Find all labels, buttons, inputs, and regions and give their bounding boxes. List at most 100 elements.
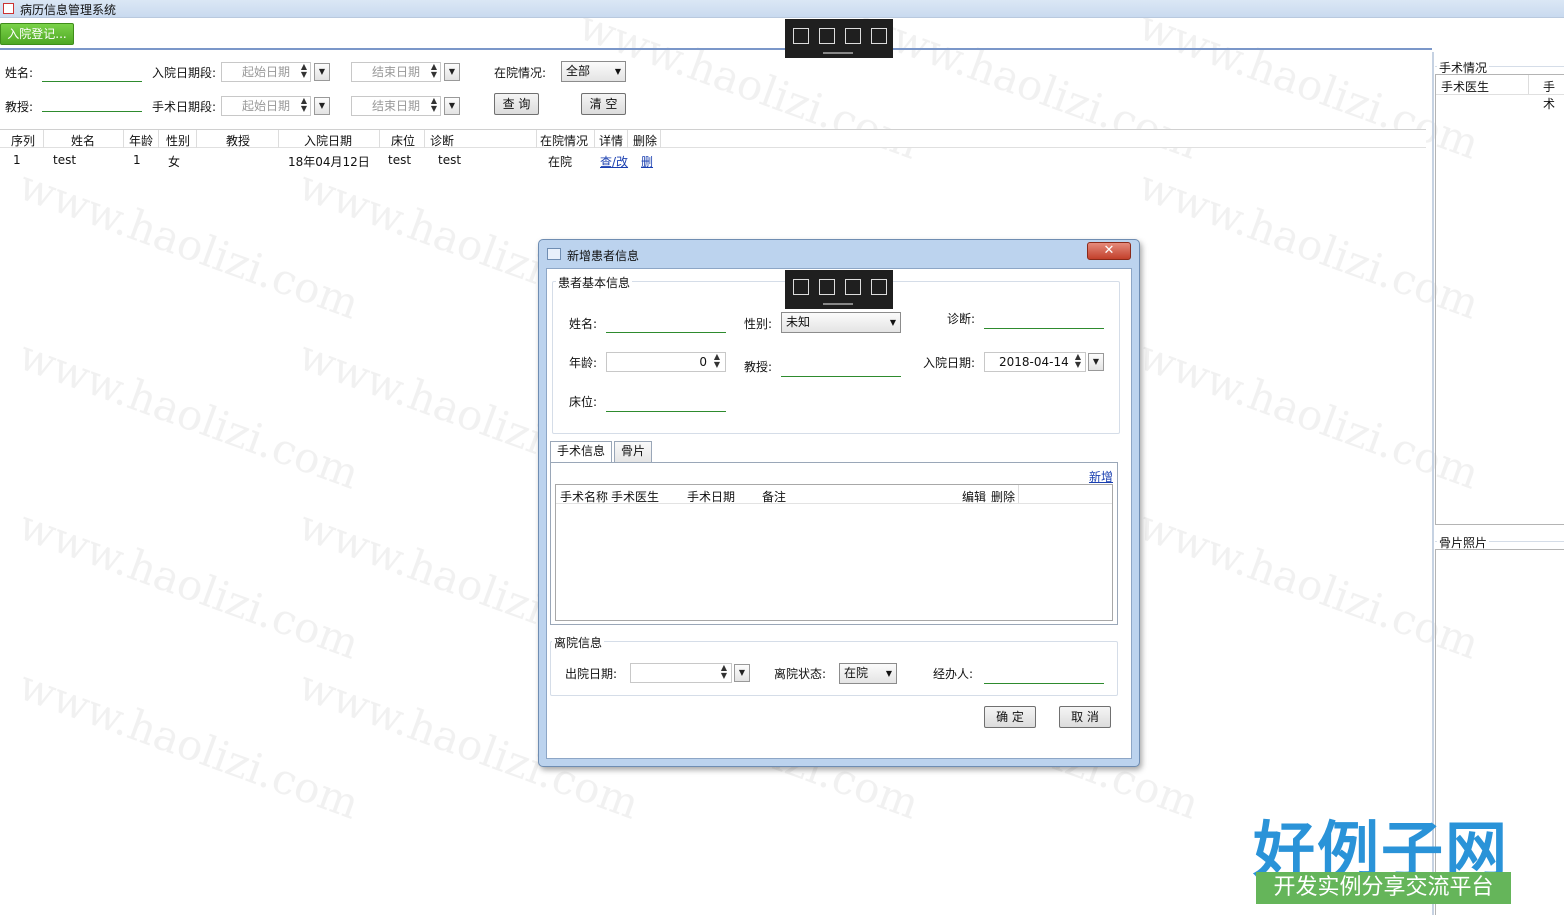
column-divider — [660, 130, 661, 148]
discharge-group-title: 离院信息 — [552, 634, 605, 651]
chevron-down-icon[interactable]: ▼ — [444, 63, 460, 81]
discharge-status-label: 离院状态: — [774, 667, 827, 681]
col-diagnosis[interactable]: 诊断 — [430, 132, 454, 149]
dlg-professor-input[interactable] — [781, 376, 901, 377]
close-icon[interactable]: ✕ — [1087, 242, 1131, 260]
col-surgery-date[interactable]: 手术日期 — [687, 488, 735, 505]
pointer-icon[interactable] — [819, 279, 835, 295]
chevron-down-icon[interactable]: ▼ — [1088, 353, 1104, 371]
col-admit-date[interactable]: 入院日期 — [304, 132, 352, 149]
col-surgery-name[interactable]: 手术名称 — [560, 488, 608, 505]
dlg-name-input[interactable] — [606, 332, 726, 333]
col-seq[interactable]: 序列 — [11, 132, 35, 149]
surgery-tab-panel: 新增 手术名称 手术医生 手术日期 备注 编辑 删除 — [550, 462, 1118, 625]
dlg-age-stepper[interactable]: 0 ▲ ▼ — [606, 352, 726, 372]
column-divider — [278, 130, 279, 148]
chevron-down-icon[interactable]: ▼ — [734, 664, 750, 682]
admit-start-date[interactable]: 起始日期 — [221, 62, 311, 82]
watermark: www.haolizi.com — [12, 160, 366, 329]
chevron-down-icon[interactable]: ▼ — [314, 97, 330, 115]
toolbar-separator — [0, 48, 1432, 50]
col-detail[interactable]: 详情 — [599, 132, 623, 149]
age-value: 0 — [699, 355, 707, 369]
col-name[interactable]: 姓名 — [71, 132, 95, 149]
spin-updown-icon[interactable]: ▲ ▼ — [299, 97, 309, 115]
col-delete[interactable]: 删除 — [991, 488, 1015, 505]
spin-updown-icon[interactable]: ▲ ▼ — [712, 353, 722, 371]
surgery-list[interactable]: 手术医生 手术 — [1435, 74, 1564, 525]
ok-button[interactable]: 确 定 — [984, 706, 1036, 728]
delete-link[interactable]: 删 — [641, 153, 653, 170]
admit-date-value: 2018-04-14 — [999, 355, 1069, 369]
handler-input[interactable] — [984, 683, 1104, 684]
tab-xray[interactable]: 骨片 — [614, 441, 653, 462]
tab-surgery-info[interactable]: 手术信息 — [550, 441, 613, 463]
surgery-end-date[interactable]: 结束日期 — [351, 96, 441, 116]
chevron-down-icon[interactable]: ▼ — [444, 97, 460, 115]
col-surgeon[interactable]: 手术医生 — [1441, 78, 1489, 95]
status-select[interactable]: 全部 ▼ — [561, 61, 626, 82]
select-region-icon[interactable] — [793, 279, 809, 295]
col-age[interactable]: 年龄 — [129, 132, 153, 149]
column-divider — [536, 130, 537, 148]
select-region-icon[interactable] — [793, 28, 809, 44]
basic-info-title: 患者基本信息 — [556, 274, 633, 291]
patient-grid-header: 序列 姓名 年龄 性别 教授 入院日期 床位 诊断 在院情况 详情 删除 — [0, 129, 1426, 148]
professor-label: 教授: — [5, 100, 34, 114]
dlg-bed-input[interactable] — [606, 411, 726, 412]
discharge-date-picker[interactable]: ▲ ▼ — [630, 663, 732, 683]
chevron-down-icon: ▼ — [889, 318, 896, 327]
spin-updown-icon[interactable]: ▲ ▼ — [719, 664, 729, 682]
fullscreen-icon[interactable] — [845, 28, 861, 44]
surgery-start-date[interactable]: 起始日期 — [221, 96, 311, 116]
dlg-admit-date-picker[interactable]: 2018-04-14 ▲ ▼ — [984, 352, 1086, 372]
add-surgery-link[interactable]: 新增 — [1089, 468, 1113, 485]
professor-input[interactable] — [42, 111, 142, 112]
col-surgeon[interactable]: 手术医生 — [611, 488, 659, 505]
col-surgery[interactable]: 手术 — [1543, 78, 1564, 112]
right-panel-divider — [1432, 52, 1434, 915]
spin-updown-icon[interactable]: ▲ ▼ — [429, 97, 439, 115]
tab-strip: 手术信息 骨片 — [550, 441, 1120, 463]
col-bed[interactable]: 床位 — [391, 132, 415, 149]
spin-updown-icon[interactable]: ▲ ▼ — [1073, 353, 1083, 371]
col-edit[interactable]: 编辑 — [962, 488, 986, 505]
dlg-diagnosis-label: 诊断: — [947, 312, 976, 326]
pointer-icon[interactable] — [819, 28, 835, 44]
col-status[interactable]: 在院情况 — [540, 132, 588, 149]
query-button[interactable]: 查 询 — [494, 93, 539, 115]
clear-button[interactable]: 清 空 — [581, 93, 626, 115]
detail-edit-link[interactable]: 查/改 — [600, 153, 628, 170]
admit-register-button[interactable]: 入院登记... — [0, 23, 74, 45]
dlg-age-label: 年龄: — [569, 356, 598, 370]
col-professor[interactable]: 教授 — [226, 132, 250, 149]
window-capture-icon[interactable] — [871, 279, 887, 295]
watermark: www.haolizi.com — [12, 660, 366, 829]
dlg-gender-select[interactable]: 未知 ▼ — [781, 312, 901, 333]
cell-status: 在院 — [548, 155, 573, 169]
surgery-table[interactable]: 手术名称 手术医生 手术日期 备注 编辑 删除 — [555, 484, 1113, 621]
spin-updown-icon[interactable]: ▲ ▼ — [299, 63, 309, 81]
cell-diagnosis: test — [438, 153, 462, 167]
admit-period-label: 入院日期段: — [152, 66, 217, 80]
discharge-status-select[interactable]: 在院 ▼ — [839, 663, 897, 684]
watermark: www.haolizi.com — [12, 330, 366, 499]
col-remarks[interactable]: 备注 — [762, 488, 786, 505]
fullscreen-icon[interactable] — [845, 279, 861, 295]
col-delete[interactable]: 删除 — [633, 132, 657, 149]
dlg-diagnosis-input[interactable] — [984, 328, 1104, 329]
cell-gender: 女 — [168, 155, 181, 169]
admit-end-date[interactable]: 结束日期 — [351, 62, 441, 82]
dlg-gender-label: 性别: — [744, 317, 773, 331]
gender-select-value: 未知 — [786, 315, 811, 329]
chevron-down-icon[interactable]: ▼ — [314, 63, 330, 81]
cancel-button[interactable]: 取 消 — [1059, 706, 1111, 728]
window-icon — [547, 248, 561, 260]
column-divider — [123, 130, 124, 148]
name-input[interactable] — [42, 81, 142, 82]
spin-updown-icon[interactable]: ▲ ▼ — [429, 63, 439, 81]
window-capture-icon[interactable] — [871, 28, 887, 44]
col-gender[interactable]: 性别 — [166, 132, 190, 149]
column-divider — [158, 130, 159, 148]
window-title-bar: 病历信息管理系统 — [0, 0, 1564, 18]
